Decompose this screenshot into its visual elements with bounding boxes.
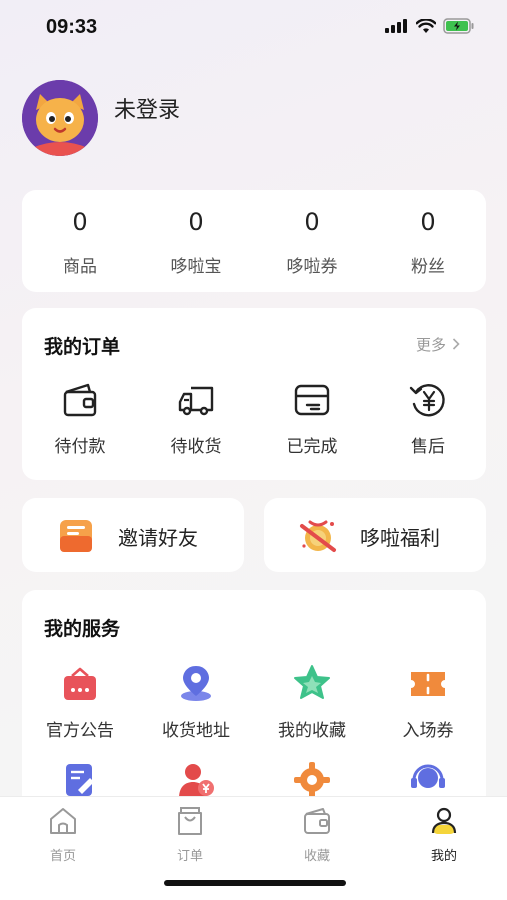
tab-label: 首页	[49, 849, 76, 864]
services-title: 我的服务	[44, 618, 121, 640]
tab-favorites[interactable]: 收藏	[254, 805, 380, 865]
invite-friends-button[interactable]: 邀请好友	[22, 498, 244, 572]
service-label: 官方公告	[46, 721, 114, 741]
service-label: 我的收藏	[278, 721, 346, 741]
refund-icon	[409, 384, 445, 417]
gift-icon	[300, 520, 336, 552]
user-money-icon	[179, 764, 214, 798]
order-label: 待收货	[170, 437, 222, 457]
stat-value: 0	[72, 208, 88, 236]
orders-more-link[interactable]: 更多	[416, 334, 446, 355]
signal-icon	[385, 19, 407, 33]
service-label: 入场券	[402, 721, 454, 741]
avatar[interactable]	[22, 80, 98, 156]
wifi-icon	[416, 18, 436, 33]
ticket-icon	[411, 672, 445, 696]
tab-mine[interactable]: 我的	[381, 805, 507, 865]
stat-value: 0	[420, 208, 436, 236]
headset-icon	[411, 764, 445, 788]
battery-icon	[443, 18, 474, 34]
stat-value: 0	[188, 208, 204, 236]
stat-label: 哆啦券	[286, 257, 338, 277]
wallet-icon	[304, 808, 330, 834]
status-bar: 09:33	[0, 0, 507, 56]
status-time: 09:33	[46, 16, 98, 38]
tab-home[interactable]: 首页	[0, 805, 126, 865]
wallet-icon	[63, 383, 97, 417]
service-shipping-address[interactable]: 收货地址	[138, 664, 254, 760]
stat-coupons[interactable]: 0 哆啦券	[254, 190, 370, 292]
home-icon	[50, 808, 76, 834]
tab-label: 我的	[430, 849, 457, 864]
order-completed[interactable]: 已完成	[254, 380, 370, 470]
box-icon	[294, 384, 330, 416]
service-official-notice[interactable]: 官方公告	[22, 664, 138, 760]
order-label: 售后	[411, 437, 445, 457]
order-label: 待付款	[54, 437, 106, 457]
stats-card: 0 商品 0 哆啦宝 0 哆啦券 0 粉丝	[22, 190, 486, 292]
location-icon	[181, 666, 211, 701]
profile-header[interactable]: 未登录	[22, 80, 482, 160]
tab-label: 收藏	[303, 849, 330, 864]
stat-label: 哆啦宝	[170, 257, 222, 277]
stat-dolabao[interactable]: 0 哆啦宝	[138, 190, 254, 292]
star-icon	[294, 665, 330, 699]
service-my-favorites[interactable]: 我的收藏	[254, 664, 370, 760]
tab-orders[interactable]: 订单	[127, 805, 253, 865]
order-label: 已完成	[286, 437, 338, 457]
order-after-sales[interactable]: 售后	[370, 380, 486, 470]
stat-fans[interactable]: 0 粉丝	[370, 190, 486, 292]
stat-value: 0	[304, 208, 320, 236]
truck-icon	[178, 386, 214, 416]
notice-bag-icon	[64, 667, 96, 700]
order-pending-payment[interactable]: 待付款	[22, 380, 138, 470]
stat-products[interactable]: 0 商品	[22, 190, 138, 292]
status-icons	[385, 18, 475, 34]
dola-welfare-button[interactable]: 哆啦福利	[264, 498, 486, 572]
user-icon	[431, 807, 457, 834]
tab-label: 订单	[176, 849, 203, 864]
home-indicator[interactable]	[164, 880, 346, 886]
login-status[interactable]: 未登录	[114, 92, 180, 124]
gear-icon	[294, 762, 330, 798]
mail-icon	[60, 520, 92, 552]
stat-label: 粉丝	[411, 257, 445, 277]
edit-document-icon	[66, 764, 94, 796]
order-pending-receipt[interactable]: 待收货	[138, 380, 254, 470]
orders-card: 我的订单 更多 待付款 待收货 已完成 售后	[22, 308, 486, 480]
service-label: 收货地址	[162, 721, 230, 741]
chevron-right-icon[interactable]	[452, 338, 460, 350]
service-admission-ticket[interactable]: 入场券	[370, 664, 486, 760]
promo-label: 哆啦福利	[360, 526, 440, 550]
promo-label: 邀请好友	[118, 526, 198, 550]
orders-title: 我的订单	[44, 336, 121, 358]
bag-icon	[178, 807, 202, 835]
stat-label: 商品	[63, 257, 97, 277]
